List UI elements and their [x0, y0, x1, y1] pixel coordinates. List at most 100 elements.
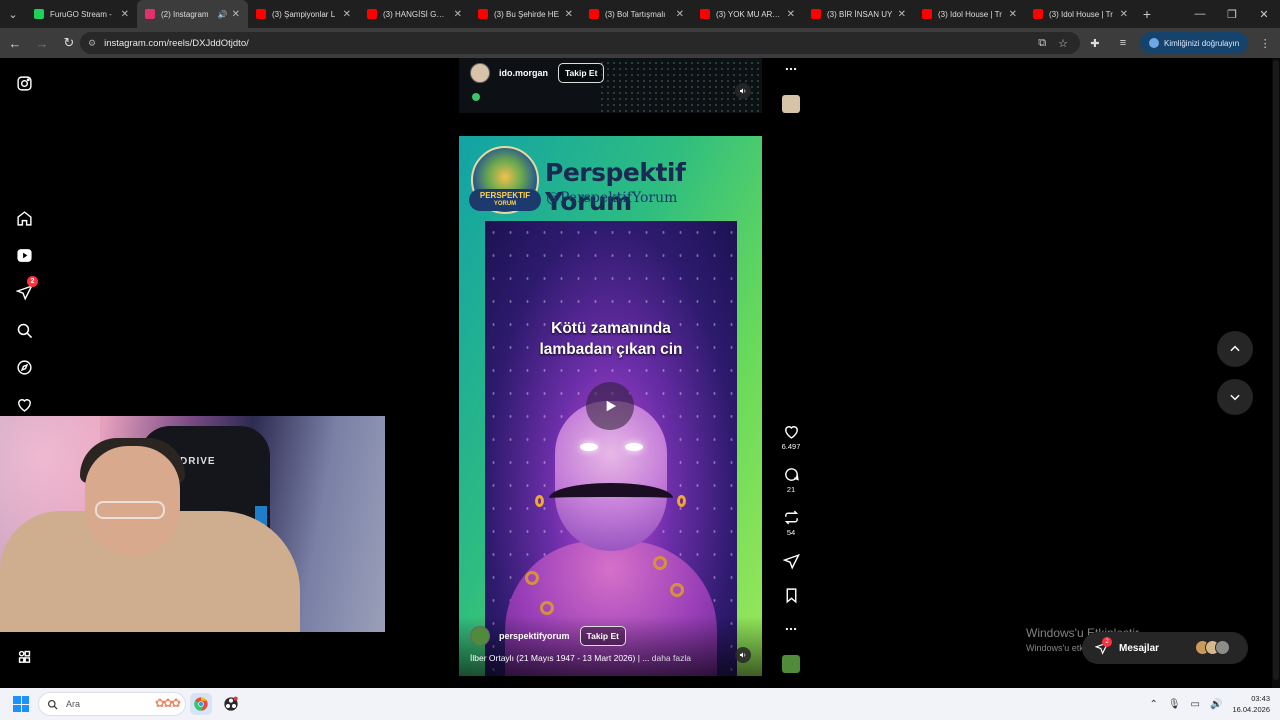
browser-toolbar: ← → ↻ ⚙ instagram.com/reels/DXJddOtjdto/… — [0, 28, 1280, 58]
clock[interactable]: 03:43 16.04.2026 — [1232, 693, 1270, 715]
prev-more-options-icon[interactable] — [779, 62, 803, 76]
system-tray: ⌃ 🎙 ▭ 🔊 03:43 16.04.2026 — [1149, 688, 1270, 720]
tab-close-icon[interactable]: ✕ — [1120, 9, 1128, 20]
obs-taskbar-icon[interactable] — [220, 693, 242, 715]
chevron-up-icon[interactable]: ⌃ — [1149, 699, 1157, 710]
prev-audio-avatar[interactable] — [782, 95, 800, 113]
favicon-icon — [589, 9, 599, 19]
tab-search-button[interactable]: ⌄ — [0, 0, 26, 28]
home-icon[interactable] — [14, 208, 34, 228]
forward-button[interactable]: → — [30, 31, 54, 55]
chrome-taskbar-icon[interactable] — [190, 693, 212, 715]
tab-audio-icon[interactable]: 🔊 — [218, 10, 228, 19]
genie-eye-right — [625, 443, 643, 451]
microphone-icon[interactable]: 🎙 — [1168, 699, 1181, 710]
restore-button[interactable]: ❐ — [1216, 0, 1248, 28]
page-scrollbar[interactable] — [1272, 58, 1280, 688]
caption-line-1: Kötü zamanında — [551, 320, 671, 337]
tab-close-icon[interactable]: ✕ — [343, 9, 351, 20]
media-controls-icon[interactable]: ≡ — [1112, 32, 1134, 54]
share-icon — [782, 553, 800, 570]
reels-icon[interactable] — [14, 245, 34, 265]
more-icon[interactable] — [14, 646, 34, 666]
browser-tab[interactable]: (3) Bol Tartışmalı ✕ — [581, 0, 692, 28]
more-options-icon[interactable] — [779, 622, 803, 636]
address-bar[interactable]: ⚙ instagram.com/reels/DXJddOtjdto/ ⧉ ☆ — [80, 32, 1080, 54]
volume-icon[interactable] — [735, 647, 751, 663]
tab-close-icon[interactable]: ✕ — [787, 9, 795, 20]
browser-tab[interactable]: (3) Idol House | Tr ✕ — [1025, 0, 1136, 28]
start-button[interactable] — [13, 696, 29, 712]
tab-close-icon[interactable]: ✕ — [565, 9, 573, 20]
verify-identity-button[interactable]: Kimliğinizi doğrulayın — [1140, 32, 1249, 54]
extensions-icon[interactable]: ✚ — [1084, 32, 1106, 54]
tab-close-icon[interactable]: ✕ — [676, 9, 684, 20]
avatar[interactable] — [470, 626, 490, 646]
favicon-icon — [145, 9, 155, 19]
browser-menu-icon[interactable]: ⋮ — [1254, 32, 1276, 54]
tab-close-icon[interactable]: ✕ — [232, 9, 240, 20]
volume-icon[interactable] — [735, 83, 751, 99]
share-button[interactable] — [779, 553, 803, 570]
direct-icon[interactable]: 2 — [14, 276, 38, 302]
browser-tab[interactable]: (3) Idol House | Tr ✕ — [914, 0, 1025, 28]
browser-tab[interactable]: (3) YOK MU ARTIK ✕ — [692, 0, 803, 28]
audio-avatar[interactable] — [782, 655, 800, 673]
browser-tab[interactable]: (3) HANGİSİ GERÇ ✕ — [359, 0, 470, 28]
taskbar-search[interactable]: Ara ✿✿✿ — [38, 692, 186, 716]
tab-close-icon[interactable]: ✕ — [1009, 9, 1017, 20]
install-app-icon[interactable]: ⧉ — [1038, 37, 1046, 50]
explore-icon[interactable] — [14, 357, 34, 377]
prev-follow-button[interactable]: Takip Et — [558, 63, 605, 83]
avatar[interactable] — [470, 63, 490, 83]
tab-close-icon[interactable]: ✕ — [454, 9, 462, 20]
comment-icon — [784, 468, 799, 481]
instagram-page: 2 DRIVE ido.morgan Takip Et PERSPEKTIF Y… — [0, 58, 1280, 688]
favicon-icon — [700, 9, 710, 19]
previous-reel[interactable]: ido.morgan Takip Et — [459, 58, 762, 113]
reel-video[interactable]: Kötü zamanında lambadan çıkan cin — [485, 221, 737, 676]
chevron-down-icon — [1230, 394, 1240, 401]
current-reel[interactable]: PERSPEKTIF YORUM Perspektif Yorum @Persp… — [459, 136, 762, 676]
more-link[interactable]: daha fazla — [652, 653, 691, 663]
instagram-logo-icon[interactable] — [14, 73, 34, 93]
tab-label: (2) Instagram — [161, 9, 209, 19]
site-info-icon[interactable]: ⚙ — [88, 38, 96, 49]
follow-button[interactable]: Takip Et — [579, 626, 626, 646]
reel-description[interactable]: İlber Ortaylı (21 Mayıs 1947 - 13 Mart 2… — [470, 653, 730, 663]
chair-brand: DRIVE — [180, 456, 216, 467]
favicon-icon — [34, 9, 44, 19]
next-reel-button[interactable] — [1217, 379, 1253, 415]
minimize-button[interactable]: — — [1184, 0, 1216, 28]
prev-reel-username[interactable]: ido.morgan — [499, 68, 548, 78]
webcam-overlay: DRIVE — [0, 416, 385, 632]
bookmark-star-icon[interactable]: ☆ — [1058, 37, 1068, 50]
speaker-icon[interactable]: 🔊 — [1210, 699, 1222, 710]
display-icon[interactable]: ▭ — [1191, 699, 1200, 710]
messages-button[interactable]: 2 Mesajlar — [1082, 632, 1248, 664]
tab-close-icon[interactable]: ✕ — [898, 9, 906, 20]
search-icon[interactable] — [14, 320, 34, 340]
play-button[interactable] — [586, 382, 634, 430]
back-button[interactable]: ← — [3, 31, 27, 55]
close-window-button[interactable]: ✕ — [1248, 0, 1280, 28]
description-text: İlber Ortaylı (21 Mayıs 1947 - 13 Mart 2… — [470, 653, 650, 663]
reel-username[interactable]: perspektifyorum — [499, 631, 570, 641]
browser-tab[interactable]: (3) Şampiyonlar L ✕ — [248, 0, 359, 28]
browser-tab[interactable]: (3) Bu Şehirde HE ✕ — [470, 0, 581, 28]
like-button[interactable]: 6.497 — [779, 423, 803, 451]
notifications-icon[interactable] — [14, 394, 34, 414]
comment-button[interactable]: 21 — [779, 466, 803, 494]
repost-button[interactable]: 54 — [779, 509, 803, 537]
save-button[interactable] — [779, 587, 803, 604]
tab-close-icon[interactable]: ✕ — [121, 9, 129, 20]
previous-reel-button[interactable] — [1217, 331, 1253, 367]
browser-tab[interactable]: (2) Instagram 🔊 ✕ — [137, 0, 248, 28]
logo-text: PERSPEKTIF — [479, 191, 531, 200]
new-tab-button[interactable]: + — [1136, 6, 1158, 22]
tab-label: (3) Idol House | Tr — [1049, 9, 1113, 19]
browser-tab[interactable]: (3) BİR İNSAN UY ✕ — [803, 0, 914, 28]
reload-button[interactable]: ↻ — [57, 31, 81, 55]
browser-tab[interactable]: FuruGO Stream - ✕ — [26, 0, 137, 28]
screen: ⌄ FuruGO Stream - ✕ (2) Instagram 🔊 ✕ (3) Şam… — [0, 0, 1280, 720]
